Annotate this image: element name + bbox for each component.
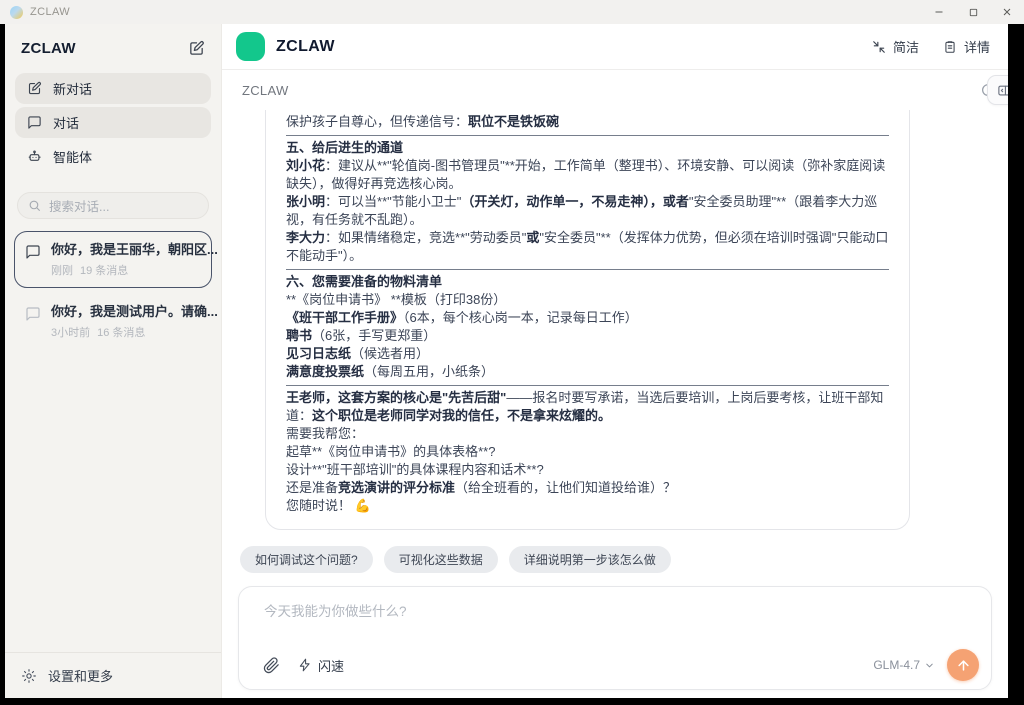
conversation-title: 你好，我是测试用户。请确... <box>51 304 218 319</box>
message-line: 还是准备竞选演讲的评分标准（给全班看的，让他们知道投给谁）？ <box>286 479 889 497</box>
sidebar-item-agents[interactable]: 智能体 <box>15 141 211 172</box>
chat-scroll-area[interactable]: 保护孩子自尊心，但传递信号：职位不是铁饭碗五、给后进生的通道刘小花：建议从**"… <box>222 110 1008 533</box>
robot-icon <box>27 149 42 164</box>
sidebar-nav: 新对话 对话 智能体 <box>5 69 221 175</box>
fast-mode-button[interactable]: 闪速 <box>298 656 344 675</box>
chevron-down-icon <box>924 660 935 671</box>
main-panel: ZCLAW 简洁 详情 ZCLAW <box>222 24 1008 698</box>
sidebar: ZCLAW 新对话 对话 智能体 <box>5 24 222 698</box>
message-line: 您随时说！ 💪 <box>286 497 889 515</box>
suggestion-chip[interactable]: 详细说明第一步该怎么做 <box>509 546 671 573</box>
message-line: 起草**《岗位申请书》的具体表格**? <box>286 443 889 461</box>
lightning-icon <box>298 658 312 672</box>
suggestion-chip[interactable]: 如何调试这个问题? <box>240 546 373 573</box>
toggle-side-panel-button[interactable] <box>987 75 1008 105</box>
settings-button[interactable]: 设置和更多 <box>5 652 221 698</box>
message-body: 保护孩子自尊心，但传递信号：职位不是铁饭碗五、给后进生的通道刘小花：建议从**"… <box>286 113 889 515</box>
collapse-icon <box>872 40 886 54</box>
message-line: 刘小花：建议从**"轮值岗-图书管理员"**开始，工作简单（整理书）、环境安静、… <box>286 157 889 193</box>
conversation-item[interactable]: 你好，我是测试用户。请确... 3小时前 16 条消息 <box>14 293 212 350</box>
composer[interactable]: 闪速 GLM-4.7 <box>238 586 992 690</box>
message-line: 《班干部工作手册》（6本，每个核心岗一本，记录每日工作） <box>286 309 889 327</box>
sidebar-item-label: 新对话 <box>53 79 92 98</box>
message-line: 五、给后进生的通道 <box>286 139 889 157</box>
message-divider <box>286 269 889 270</box>
message-line: 需要我帮您： <box>286 425 889 443</box>
suggestion-chips: 如何调试这个问题? 可视化这些数据 详细说明第一步该怎么做 <box>222 533 1008 574</box>
suggestion-chip[interactable]: 可视化这些数据 <box>384 546 498 573</box>
gear-icon <box>21 668 37 684</box>
fast-mode-label: 闪速 <box>318 656 344 675</box>
window-title: ZCLAW <box>30 6 70 18</box>
compact-mode-button[interactable]: 简洁 <box>872 37 919 56</box>
sidebar-item-label: 智能体 <box>53 147 92 166</box>
settings-label: 设置和更多 <box>48 666 113 685</box>
message-input[interactable] <box>239 587 991 619</box>
message-line: 王老师，这套方案的核心是"先苦后甜"——报名时要写承诺，当选后要培训，上岗后要考… <box>286 389 889 425</box>
conversation-list: 你好，我是王丽华，朝阳区... 刚刚 19 条消息 你好，我是测试用户。请确..… <box>5 225 221 355</box>
attach-file-button[interactable] <box>263 657 280 674</box>
compact-mode-label: 简洁 <box>893 37 919 56</box>
close-button[interactable] <box>990 0 1024 24</box>
conversation-meta: 3小时前 16 条消息 <box>51 324 201 340</box>
sidebar-item-chats[interactable]: 对话 <box>15 107 211 138</box>
window-controls <box>922 0 1024 24</box>
chat-bubble-icon <box>25 244 41 260</box>
sidebar-item-new-chat[interactable]: 新对话 <box>15 73 211 104</box>
search-icon <box>28 199 41 212</box>
window-titlebar: ZCLAW <box>0 0 1024 24</box>
model-name: GLM-4.7 <box>873 658 920 672</box>
app-window: ZCLAW 新对话 对话 智能体 <box>5 24 1008 698</box>
sidebar-title: ZCLAW <box>21 40 76 57</box>
sidebar-item-label: 对话 <box>53 113 79 132</box>
search-input[interactable]: 搜索对话... <box>17 192 209 219</box>
brand-name: ZCLAW <box>276 38 335 56</box>
chat-header: ZCLAW 简洁 详情 <box>222 24 1008 70</box>
new-chat-icon-button[interactable] <box>188 40 205 57</box>
model-selector[interactable]: GLM-4.7 <box>873 658 935 672</box>
message-line: 六、您需要准备的物料清单 <box>286 273 889 291</box>
conversation-item[interactable]: 你好，我是王丽华，朝阳区... 刚刚 19 条消息 <box>14 231 212 288</box>
chat-subheader: ZCLAW <box>222 70 1008 110</box>
clipboard-icon <box>943 40 957 54</box>
message-line: 设计**"班干部培训"的具体课程内容和话术**? <box>286 461 889 479</box>
chat-bubble-icon <box>27 115 42 130</box>
conversation-title: 你好，我是王丽华，朝阳区... <box>51 242 218 257</box>
minimize-button[interactable] <box>922 0 956 24</box>
message-line: 张小明：可以当**"节能小卫士"（开关灯，动作单一，不易走神），或者"安全委员助… <box>286 193 889 229</box>
assistant-message-bubble: 保护孩子自尊心，但传递信号：职位不是铁饭碗五、给后进生的通道刘小花：建议从**"… <box>265 110 910 530</box>
message-divider <box>286 385 889 386</box>
composer-area: 闪速 GLM-4.7 <box>222 574 1008 698</box>
send-button[interactable] <box>947 649 979 681</box>
conversation-meta: 刚刚 19 条消息 <box>51 262 201 278</box>
chat-context-label: ZCLAW <box>242 83 289 98</box>
message-line: 聘书（6张，手写更郑重） <box>286 327 889 345</box>
message-line: **《岗位申请书》 **模板（打印38份） <box>286 291 889 309</box>
app-logo-icon <box>10 6 23 19</box>
brand-logo-icon <box>236 32 265 61</box>
message-divider <box>286 135 889 136</box>
search-placeholder: 搜索对话... <box>49 196 109 215</box>
maximize-button[interactable] <box>956 0 990 24</box>
details-button[interactable]: 详情 <box>943 37 990 56</box>
message-line: 李大力：如果情绪稳定，竞选**"劳动委员"或"安全委员"**（发挥体力优势，但必… <box>286 229 889 265</box>
message-line: 保护孩子自尊心，但传递信号：职位不是铁饭碗 <box>286 113 889 131</box>
message-line: 见习日志纸（候选者用） <box>286 345 889 363</box>
chat-bubble-icon <box>25 306 41 322</box>
arrow-up-icon <box>956 658 971 673</box>
message-line: 满意度投票纸（每周五用，小纸条） <box>286 363 889 381</box>
compose-icon <box>27 81 42 96</box>
details-label: 详情 <box>964 37 990 56</box>
